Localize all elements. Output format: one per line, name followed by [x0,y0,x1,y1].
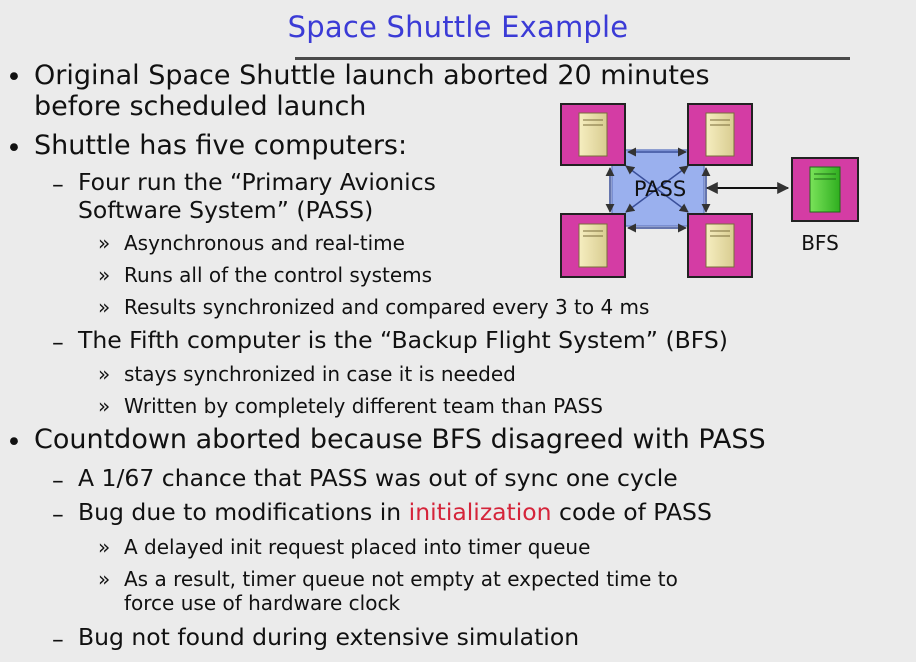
pass-label: PASS [634,177,686,201]
slide: Space Shuttle Example • Original Space S… [0,0,916,662]
pass-computer-top-left [560,103,626,166]
pass-computer-bottom-right [687,213,753,278]
pass-computer-bottom-left [560,213,626,278]
bfs-label: BFS [801,231,839,255]
pass-computer-top-right [687,103,753,166]
bfs-computer [791,157,859,222]
pass-bfs-diagram: PASS BFS [560,103,859,278]
